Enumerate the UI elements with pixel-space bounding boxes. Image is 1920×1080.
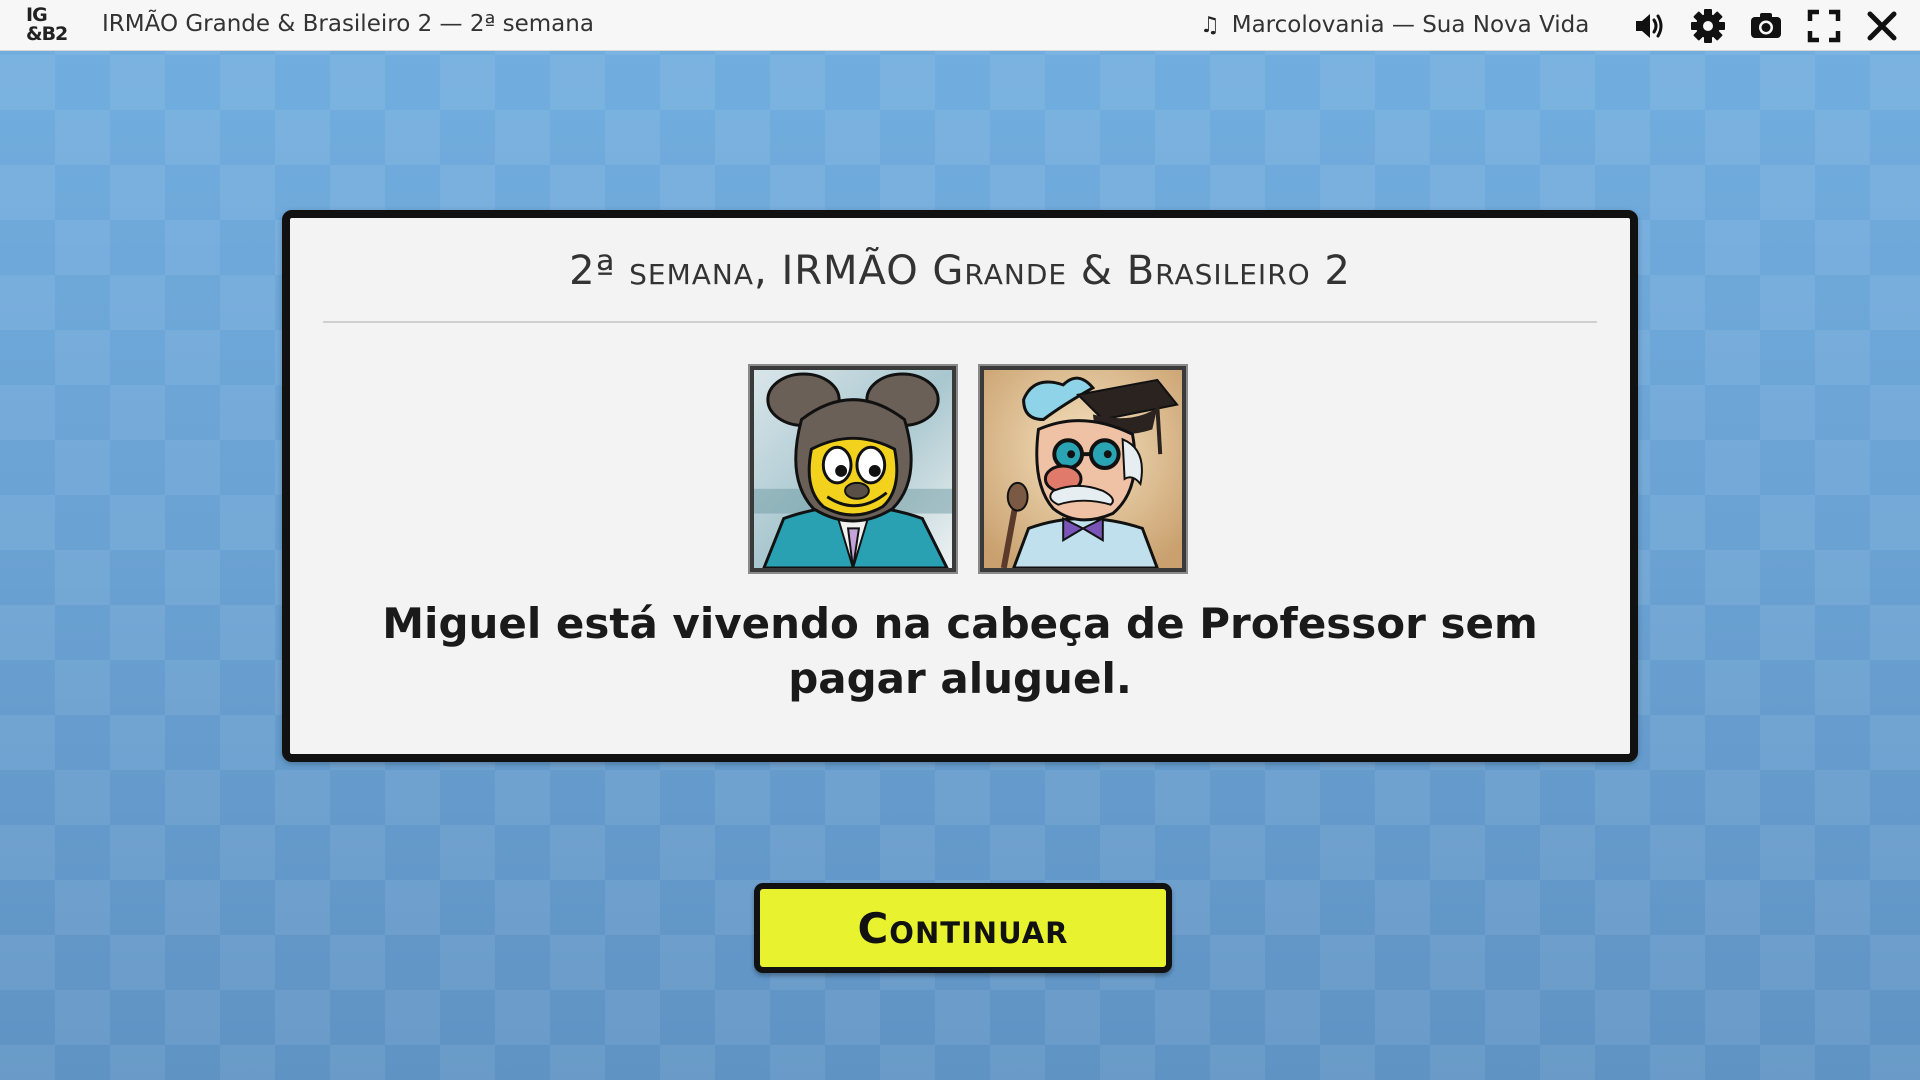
window-title: IRMÃO Grande & Brasileiro 2 — 2ª semana xyxy=(102,11,594,37)
gear-icon[interactable] xyxy=(1688,6,1728,46)
now-playing: ♫ Marcolovania — Sua Nova Vida xyxy=(1200,12,1589,38)
continue-label: Continuar xyxy=(857,903,1069,953)
app-logo: IG &B2 xyxy=(26,4,76,46)
fullscreen-icon[interactable] xyxy=(1804,6,1844,46)
logo-line2: &B2 xyxy=(26,23,68,45)
event-dialog: 2ª semana, IRMÃO Grande & Brasileiro 2 M… xyxy=(282,210,1638,762)
close-icon[interactable] xyxy=(1862,6,1902,46)
music-note-icon: ♫ xyxy=(1200,13,1220,38)
divider xyxy=(323,321,1597,323)
title-bar: IG &B2 IRMÃO Grande & Brasileiro 2 — 2ª … xyxy=(0,0,1920,51)
continue-button[interactable]: Continuar xyxy=(754,883,1172,973)
track-name: Marcolovania — Sua Nova Vida xyxy=(1231,12,1590,38)
portrait-professor xyxy=(978,364,1188,574)
dialog-title: 2ª semana, IRMÃO Grande & Brasileiro 2 xyxy=(569,248,1351,294)
volume-icon[interactable] xyxy=(1630,6,1670,46)
dialog-message: Miguel está vivendo na cabeça de Profess… xyxy=(382,599,1538,703)
camera-icon[interactable] xyxy=(1746,6,1786,46)
portrait-miguel xyxy=(748,364,958,574)
